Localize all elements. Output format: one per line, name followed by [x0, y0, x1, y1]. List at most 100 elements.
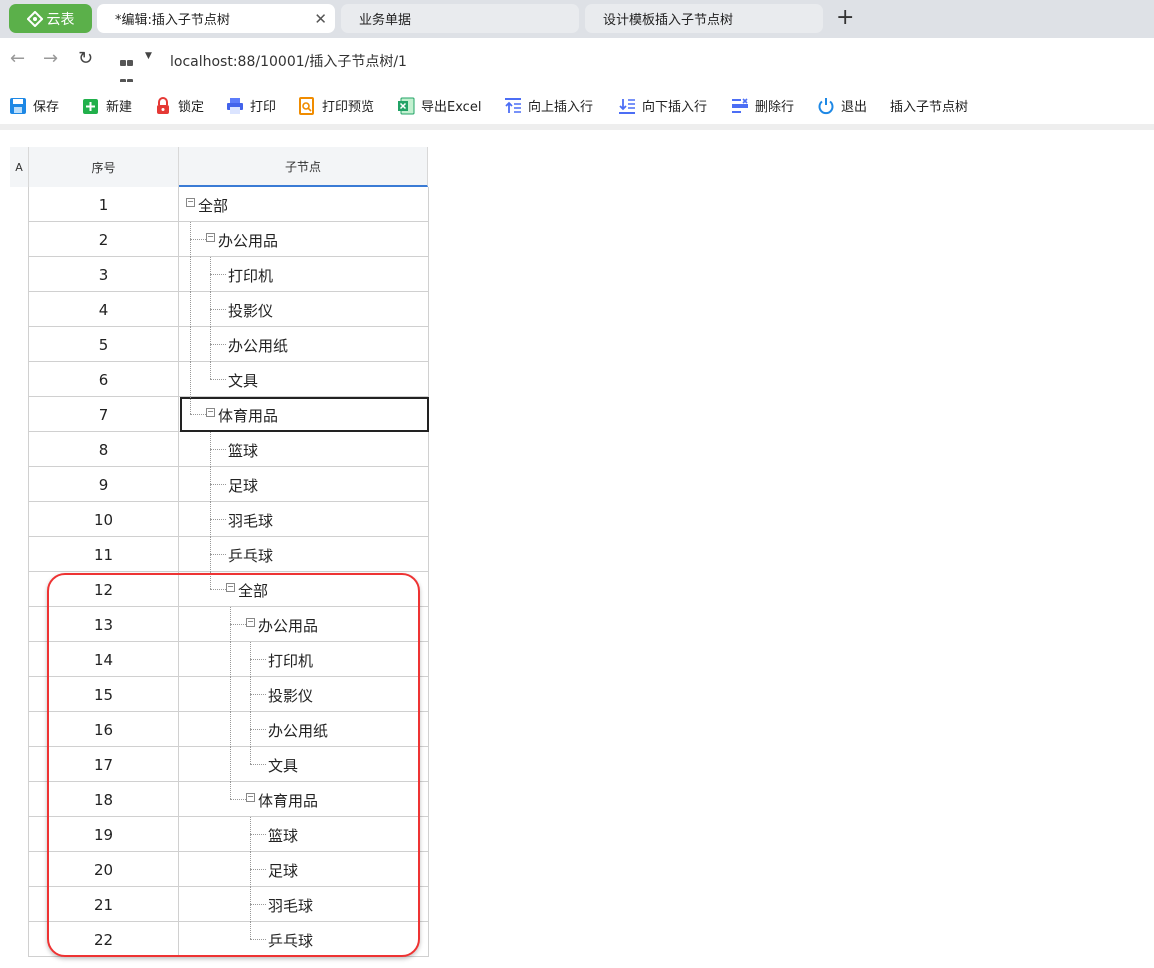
child-node-cell[interactable]: − 体育用品 — [180, 782, 429, 817]
child-node-cell[interactable]: 羽毛球 — [180, 502, 429, 537]
child-node-cell[interactable]: 文具 — [180, 747, 429, 782]
row-number-cell[interactable]: 3 — [29, 257, 179, 292]
row-number-cell[interactable]: 1 — [29, 187, 179, 222]
child-node-cell[interactable]: − 办公用品 — [180, 607, 429, 642]
tree-branch-line — [190, 239, 206, 240]
url-field[interactable]: localhost:88/10001/插入子节点树/1 — [170, 51, 407, 71]
table-row: 2− 办公用品 — [29, 222, 429, 257]
child-node-cell[interactable]: 乒乓球 — [180, 922, 429, 957]
collapse-toggle-icon[interactable]: − — [246, 618, 255, 627]
collapse-toggle-icon[interactable]: − — [186, 198, 195, 207]
tree-branch-line — [250, 904, 266, 905]
table-row: 18− 体育用品 — [29, 782, 429, 817]
browser-tab-bar: 云表 *编辑:插入子节点树 ✕ 业务单据 设计模板插入子节点树 + — [0, 0, 1154, 38]
row-number-cell[interactable]: 18 — [29, 782, 179, 817]
child-node-cell[interactable]: − 办公用品 — [180, 222, 429, 257]
column-letter-a[interactable]: A — [10, 147, 28, 187]
column-header-seq[interactable]: 序号 — [28, 147, 179, 187]
child-node-cell[interactable]: 文具 — [180, 362, 429, 397]
row-number-cell[interactable]: 12 — [29, 572, 179, 607]
row-number-cell[interactable]: 20 — [29, 852, 179, 887]
collapse-toggle-icon[interactable]: − — [246, 793, 255, 802]
column-header-child-node[interactable]: 子节点 — [179, 147, 428, 187]
row-number-cell[interactable]: 13 — [29, 607, 179, 642]
row-number-cell[interactable]: 10 — [29, 502, 179, 537]
collapse-toggle-icon[interactable]: − — [206, 233, 215, 242]
row-number-cell[interactable]: 17 — [29, 747, 179, 782]
print-button[interactable]: 打印 — [226, 96, 276, 115]
row-number-cell[interactable]: 8 — [29, 432, 179, 467]
row-number-cell[interactable]: 22 — [29, 922, 179, 957]
tab-business-docs[interactable]: 业务单据 — [341, 4, 579, 33]
brand-tab[interactable]: 云表 — [9, 4, 92, 33]
export-excel-button[interactable]: 导出Excel — [397, 96, 481, 115]
child-node-cell[interactable]: 足球 — [180, 852, 429, 887]
child-node-cell[interactable]: − 全部 — [180, 572, 429, 607]
row-number-cell[interactable]: 21 — [29, 887, 179, 922]
child-node-cell[interactable]: 办公用纸 — [180, 327, 429, 362]
row-number-cell[interactable]: 4 — [29, 292, 179, 327]
tree-branch-line — [210, 519, 226, 520]
tab-design-template[interactable]: 设计模板插入子节点树 — [585, 4, 823, 33]
child-node-cell[interactable]: 打印机 — [180, 642, 429, 677]
tree-branch-line — [190, 414, 206, 415]
insert-below-button[interactable]: 向下插入行 — [618, 96, 707, 115]
child-node-cell[interactable]: − 全部 — [180, 187, 429, 222]
close-icon[interactable]: ✕ — [314, 10, 327, 28]
tree-branch-line — [210, 449, 226, 450]
tree-branch-line — [250, 729, 266, 730]
delete-row-icon — [732, 97, 748, 113]
row-number-cell[interactable]: 5 — [29, 327, 179, 362]
row-number-cell[interactable]: 14 — [29, 642, 179, 677]
new-tab-icon[interactable]: + — [836, 6, 854, 30]
tab-edit-insert-tree[interactable]: *编辑:插入子节点树 ✕ — [97, 4, 335, 33]
save-button[interactable]: 保存 — [9, 96, 59, 115]
node-label: 全部 — [198, 197, 229, 215]
row-number-cell[interactable]: 15 — [29, 677, 179, 712]
excel-icon — [398, 97, 415, 114]
delete-row-button[interactable]: 删除行 — [731, 96, 794, 115]
insert-child-tree-button[interactable]: 插入子节点树 — [890, 96, 968, 115]
child-node-cell[interactable]: 打印机 — [180, 257, 429, 292]
child-node-cell[interactable]: − 体育用品 — [180, 397, 429, 432]
tree-guide-line — [190, 397, 191, 414]
reload-icon[interactable]: ↻ — [78, 48, 93, 69]
child-node-cell[interactable]: 乒乓球 — [180, 537, 429, 572]
insert-above-icon — [505, 97, 521, 113]
app-toolbar: 保存 新建 锁定 打印 打印预览 导出Excel 向上插入行 向下插入行 删除行… — [0, 82, 1154, 130]
node-label: 打印机 — [228, 267, 274, 285]
caret-down-icon[interactable]: ▼ — [145, 51, 152, 61]
table-row: 13− 办公用品 — [29, 607, 429, 642]
child-node-cell[interactable]: 羽毛球 — [180, 887, 429, 922]
export-excel-label: 导出Excel — [421, 100, 482, 115]
tree-guide-line — [190, 292, 191, 327]
child-node-cell[interactable]: 办公用纸 — [180, 712, 429, 747]
row-number-cell[interactable]: 9 — [29, 467, 179, 502]
lock-button[interactable]: 锁定 — [154, 96, 204, 115]
child-node-cell[interactable]: 投影仪 — [180, 292, 429, 327]
row-number-cell[interactable]: 11 — [29, 537, 179, 572]
exit-button[interactable]: 退出 — [817, 96, 867, 115]
child-node-cell[interactable]: 篮球 — [180, 432, 429, 467]
child-node-cell[interactable]: 篮球 — [180, 817, 429, 852]
row-number-cell[interactable]: 6 — [29, 362, 179, 397]
node-label: 办公用品 — [218, 232, 279, 250]
back-arrow-icon[interactable]: ← — [10, 48, 25, 69]
row-number-cell[interactable]: 16 — [29, 712, 179, 747]
power-icon — [818, 97, 834, 114]
row-number-cell[interactable]: 2 — [29, 222, 179, 257]
row-number-cell[interactable]: 19 — [29, 817, 179, 852]
collapse-toggle-icon[interactable]: − — [226, 583, 235, 592]
insert-above-button[interactable]: 向上插入行 — [504, 96, 593, 115]
collapse-toggle-icon[interactable]: − — [206, 408, 215, 417]
table-row: 10 羽毛球 — [29, 502, 429, 537]
child-node-cell[interactable]: 投影仪 — [180, 677, 429, 712]
tree-guide-line — [190, 257, 191, 292]
table-row: 17 文具 — [29, 747, 429, 782]
new-button[interactable]: 新建 — [82, 96, 132, 115]
forward-arrow-icon[interactable]: → — [43, 48, 58, 69]
child-node-cell[interactable]: 足球 — [180, 467, 429, 502]
tree-branch-line — [210, 554, 226, 555]
row-number-cell[interactable]: 7 — [29, 397, 179, 432]
print-preview-button[interactable]: 打印预览 — [298, 96, 374, 115]
